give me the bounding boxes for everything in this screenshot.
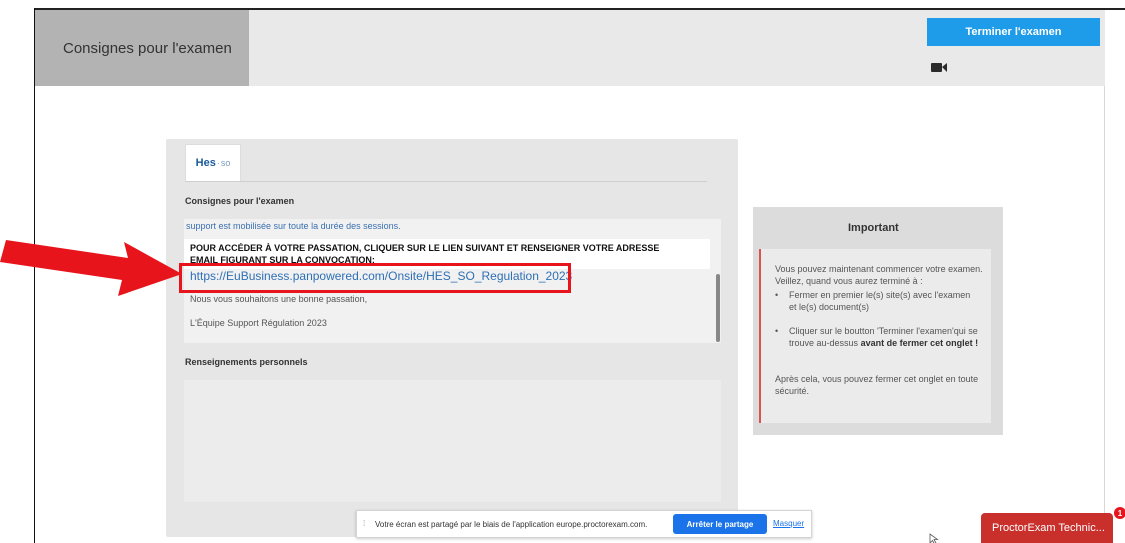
page-title: Consignes pour l'examen (63, 39, 232, 57)
right-margin (1105, 10, 1125, 543)
important-bullet-2: Cliquer sur le boutton 'Terminer l'exame… (789, 326, 979, 348)
personal-info-box (184, 380, 721, 502)
drag-handle-icon[interactable]: ⁞ (363, 519, 365, 528)
instructions-title: Consignes pour l'examen (185, 196, 295, 206)
support-text: support est mobilisée sur toute la durée… (186, 221, 401, 231)
access-instruction-text: POUR ACCÉDER À VOTRE PASSATION, CLIQUER … (190, 243, 660, 253)
card-divider (185, 181, 707, 182)
important-title: Important (848, 222, 899, 234)
hide-link[interactable]: Masquer (773, 519, 804, 528)
support-chat-button[interactable]: ProctorExam Technic... (981, 513, 1113, 543)
notification-badge: 1 (1114, 507, 1125, 519)
mouse-cursor-icon (929, 533, 939, 543)
camera-icon[interactable] (930, 60, 948, 74)
finish-exam-button[interactable]: Terminer l'examen (927, 18, 1100, 46)
link-highlight-box (179, 263, 571, 293)
bullet-2-marker: • (775, 326, 779, 336)
important-intro: Vous pouvez maintenant commencer votre e… (775, 264, 983, 286)
page-title-tab: Consignes pour l'examen (35, 10, 249, 86)
share-text: Votre écran est partagé par le biais de … (375, 520, 648, 529)
bullet-1-marker: • (775, 290, 779, 300)
hes-so-logo: Hes · so (185, 144, 241, 182)
red-arrow-icon (0, 240, 182, 296)
important-after: Après cela, vous pouvez fermer cet ongle… (775, 374, 979, 396)
personal-info-title: Renseignements personnels (185, 357, 308, 367)
scrollbar-thumb[interactable] (716, 274, 720, 342)
right-divider (1104, 86, 1105, 543)
important-bullet-1: Fermer en premier le(s) site(s) avec l'e… (789, 290, 971, 312)
important-content: Vous pouvez maintenant commencer votre e… (759, 249, 991, 423)
wish-text: Nous vous souhaitons une bonne passation… (190, 294, 368, 304)
signature-text: L'Équipe Support Régulation 2023 (190, 318, 327, 328)
stop-sharing-button[interactable]: Arrêter le partage (673, 514, 767, 534)
